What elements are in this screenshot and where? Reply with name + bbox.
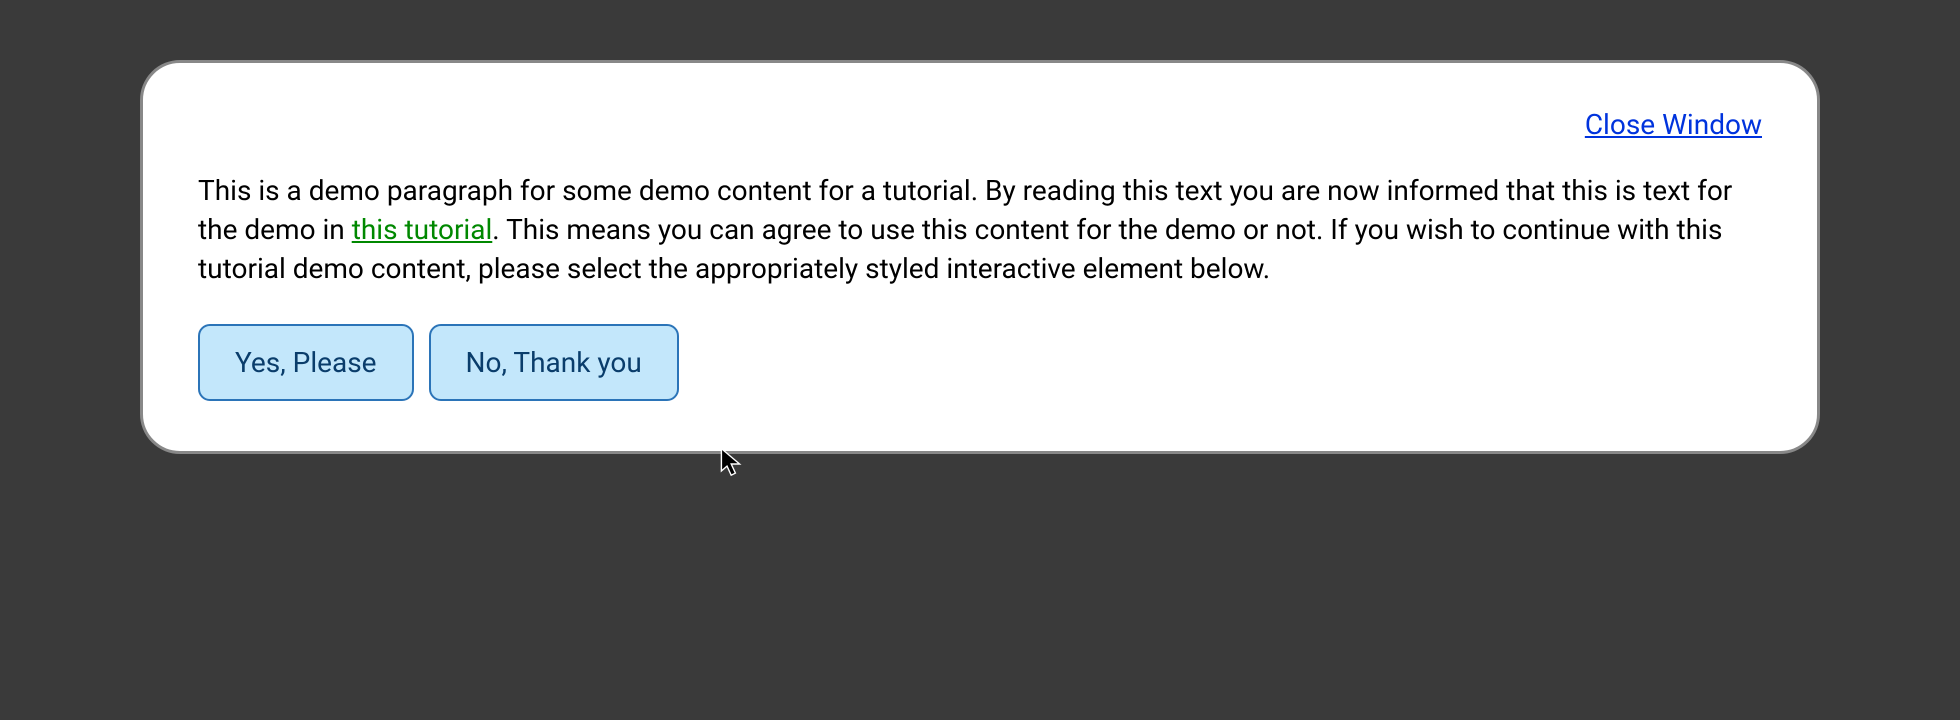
modal-paragraph: This is a demo paragraph for some demo c… bbox=[198, 171, 1762, 289]
close-window-link[interactable]: Close Window bbox=[1585, 108, 1762, 141]
tutorial-link[interactable]: this tutorial bbox=[352, 213, 493, 246]
button-row: Yes, Please No, Thank you bbox=[198, 324, 1762, 401]
yes-button[interactable]: Yes, Please bbox=[198, 324, 414, 401]
modal-dialog: Close Window This is a demo paragraph fo… bbox=[140, 60, 1820, 454]
no-button[interactable]: No, Thank you bbox=[429, 324, 679, 401]
close-link-container: Close Window bbox=[198, 108, 1762, 141]
